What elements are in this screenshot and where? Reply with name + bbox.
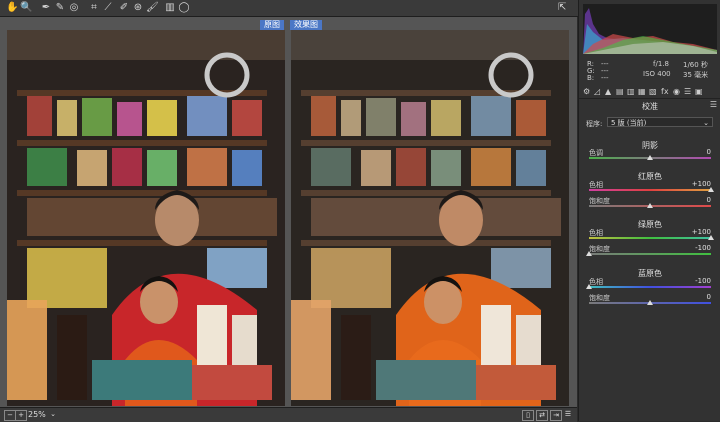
histogram	[583, 4, 717, 54]
after-image	[291, 30, 569, 406]
aperture: f/1.8	[653, 60, 669, 68]
process-value: 5 版 (当前)	[611, 119, 647, 127]
slider-thumb[interactable]	[708, 187, 714, 192]
green-hue-slider[interactable]	[589, 235, 714, 240]
targeted-adjust-icon[interactable]: ◎	[68, 2, 80, 14]
shadow-tint-slider[interactable]	[589, 155, 711, 160]
zoom-level[interactable]: 25%	[28, 410, 46, 419]
color-sampler-icon[interactable]: ✎	[54, 2, 66, 14]
blue-hue-value[interactable]: -100	[695, 277, 711, 285]
graduated-filter-icon[interactable]: ▥	[164, 2, 176, 14]
snapshots-tab-icon[interactable]: ▣	[695, 87, 703, 96]
calibration-tab-icon[interactable]: ◉	[673, 87, 680, 96]
transform-tab-icon[interactable]: ▧	[649, 87, 657, 96]
shadow-tint-value[interactable]: 0	[707, 148, 711, 156]
slider-thumb[interactable]	[586, 284, 592, 289]
lens-tab-icon[interactable]: ▦	[638, 87, 646, 96]
hsl-tab-icon[interactable]: ▤	[616, 87, 624, 96]
zoom-icon[interactable]: 🔍	[20, 2, 32, 14]
focal-length: 35 毫米	[683, 71, 709, 79]
spot-removal-icon[interactable]: ✐	[118, 2, 130, 14]
white-balance-icon[interactable]: ✒	[40, 2, 52, 14]
adjustment-panel: R: --- G: --- B: --- f/1.8 1/60 秒 ISO 40…	[578, 0, 720, 421]
view-mode-icon[interactable]: ▯	[522, 410, 534, 421]
brush-icon[interactable]: 🖌	[146, 2, 159, 14]
zoom-in-icon[interactable]: +	[15, 410, 27, 421]
menu-icon[interactable]: ☰	[563, 410, 573, 419]
process-select[interactable]: 5 版 (当前) ⌄	[607, 117, 713, 127]
radial-filter-icon[interactable]: ◯	[178, 2, 190, 14]
exit-fullscreen-icon[interactable]: ⇱	[558, 2, 570, 14]
after-label: 效果图	[290, 20, 322, 30]
status-bar: − + 25% ⌄ ▯ ⇄ ⇥ ☰	[0, 407, 577, 422]
process-label: 程序:	[586, 120, 603, 128]
basic-tab-icon[interactable]: ⚙	[583, 87, 590, 96]
before-image	[7, 30, 285, 406]
red-hue-slider[interactable]	[589, 187, 714, 192]
red-eye-icon[interactable]: ⊛	[132, 2, 144, 14]
before-label: 原图	[260, 20, 284, 30]
split-toning-tab-icon[interactable]: ▥	[627, 87, 635, 96]
blue-saturation-slider[interactable]	[589, 300, 711, 305]
section-title: 校准	[642, 102, 658, 111]
effects-tab-icon[interactable]: fx	[661, 87, 669, 96]
detail-tab-icon[interactable]: ▲	[605, 87, 611, 96]
blue-saturation-value[interactable]: 0	[707, 293, 711, 301]
slider-thumb[interactable]	[647, 203, 653, 208]
b-value: ---	[601, 74, 609, 82]
green-saturation-slider[interactable]	[586, 251, 711, 256]
chevron-down-icon[interactable]: ⌄	[48, 410, 58, 419]
panel-tabs: ⚙ ◿ ▲ ▤ ▥ ▦ ▧ fx ◉ ☰ ▣	[579, 86, 720, 99]
red-saturation-slider[interactable]	[589, 203, 711, 208]
shutter: 1/60 秒	[683, 61, 708, 69]
b-label: B:	[587, 74, 595, 82]
slider-thumb[interactable]	[647, 300, 653, 305]
copy-settings-icon[interactable]: ⇥	[550, 410, 562, 421]
green-saturation-value[interactable]: -100	[695, 244, 711, 252]
blue-hue-slider[interactable]	[586, 284, 711, 289]
tone-curve-tab-icon[interactable]: ◿	[594, 87, 600, 96]
red-saturation-value[interactable]: 0	[707, 196, 711, 204]
chevron-down-icon: ⌄	[703, 119, 709, 127]
image-info: R: --- G: --- B: --- f/1.8 1/60 秒 ISO 40…	[583, 58, 717, 82]
panel-menu-icon[interactable]: ☰	[710, 100, 717, 109]
crop-icon[interactable]: ⌗	[88, 2, 100, 14]
swap-views-icon[interactable]: ⇄	[536, 410, 548, 421]
slider-thumb[interactable]	[647, 155, 653, 160]
presets-tab-icon[interactable]: ☰	[684, 87, 691, 96]
iso: ISO 400	[643, 70, 671, 78]
hand-icon[interactable]: ✋	[6, 2, 18, 14]
slider-thumb[interactable]	[586, 251, 592, 256]
straighten-icon[interactable]: ⟋	[102, 2, 114, 14]
slider-thumb[interactable]	[708, 235, 714, 240]
